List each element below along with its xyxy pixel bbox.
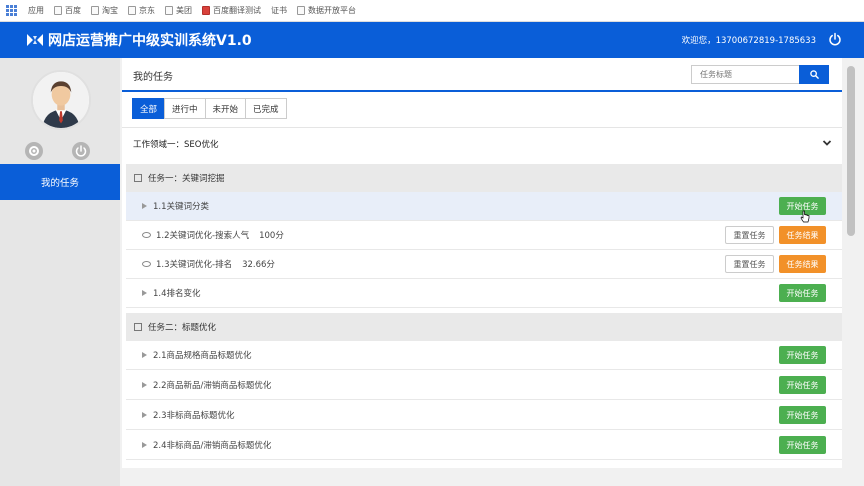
task-row: 1.4排名变化 开始任务	[126, 279, 842, 308]
tab-all[interactable]: 全部	[132, 98, 166, 119]
play-icon	[142, 352, 147, 358]
bookmark-item[interactable]: 数据开放平台	[294, 5, 359, 16]
app-logo[interactable]: 网店运营推广中级实训系统V1.0	[26, 30, 252, 50]
play-icon	[142, 290, 147, 296]
project-title: 工作领域一：SEO优化	[133, 140, 219, 150]
logout-icon[interactable]	[72, 142, 90, 160]
bookmark-label: 百度	[65, 6, 81, 15]
task-score: 100分	[259, 231, 284, 241]
bookmark-item[interactable]: 京东	[125, 5, 158, 16]
bookmark-item[interactable]: 淘宝	[88, 5, 121, 16]
task-result-button[interactable]: 任务结果	[779, 226, 826, 244]
bookmark-label: 百度翻译测试	[213, 6, 261, 15]
start-task-button[interactable]: 开始任务	[779, 406, 826, 424]
task-row: 2.4非标商品/滞销商品标题优化 开始任务	[126, 431, 842, 460]
play-icon	[142, 412, 147, 418]
task-row: 1.2关键词优化-搜索人气 100分 重置任务 任务结果	[126, 221, 842, 250]
start-task-button[interactable]: 开始任务	[779, 376, 826, 394]
task-row: 2.2商品新品/滞销商品标题优化 开始任务	[126, 371, 842, 400]
sidebar-item-my-tasks[interactable]: 我的任务	[0, 164, 120, 200]
welcome-text: 欢迎您，13700672819-1785633	[681, 36, 816, 46]
bookmark-label: 应用	[28, 6, 44, 15]
task-label: 1.3关键词优化-排名	[156, 260, 233, 270]
status-tabs: 全部 进行中 未开始 已完成	[132, 98, 287, 119]
bookmark-item[interactable]: 百度	[51, 5, 84, 16]
task-score: 32.66分	[242, 260, 275, 270]
logo-icon	[26, 33, 44, 47]
task-group-header[interactable]: 任务二：标题优化	[126, 313, 842, 341]
search-input[interactable]	[691, 65, 799, 84]
tab-not-started[interactable]: 未开始	[204, 98, 247, 119]
play-icon	[142, 203, 147, 209]
eye-icon	[142, 232, 151, 238]
page-icon	[202, 6, 210, 15]
bookmark-item[interactable]: 百度翻译测试	[199, 5, 264, 16]
chevron-down-icon[interactable]	[822, 138, 832, 148]
task-row: 2.3非标商品标题优化 开始任务	[126, 401, 842, 430]
bookmark-label: 数据开放平台	[308, 6, 356, 15]
page-icon	[165, 6, 173, 15]
task-group-title: 任务二：标题优化	[148, 323, 217, 333]
reset-task-button[interactable]: 重置任务	[725, 255, 774, 273]
play-icon	[142, 442, 147, 448]
tab-in-progress[interactable]: 进行中	[164, 98, 206, 119]
task-label: 1.2关键词优化-搜索人气	[156, 231, 250, 241]
task-label: 1.4排名变化	[153, 289, 201, 299]
task-group-title: 任务一：关键词挖掘	[148, 174, 225, 184]
start-task-button[interactable]: 开始任务	[779, 436, 826, 454]
scrollbar-thumb[interactable]	[847, 66, 855, 236]
page-icon	[54, 6, 62, 15]
eye-icon	[142, 261, 151, 267]
page-title: 我的任务	[133, 72, 173, 83]
search-icon	[809, 70, 819, 79]
checkbox-icon	[134, 323, 142, 331]
page-icon	[91, 6, 99, 15]
app-title: 网店运营推广中级实训系统V1.0	[48, 33, 252, 49]
sidebar: 我的任务	[0, 58, 120, 486]
search-button[interactable]	[799, 65, 829, 84]
main-panel: 我的任务 全部 进行中 未开始 已完成 工作领域一：SEO优化 任务一：关键词挖…	[122, 58, 842, 468]
task-label: 2.1商品规格商品标题优化	[153, 351, 252, 361]
scrollbar[interactable]	[844, 58, 858, 486]
bookmark-item[interactable]: 应用	[25, 5, 47, 16]
bookmark-label: 淘宝	[102, 6, 118, 15]
checkbox-icon	[134, 174, 142, 182]
task-label: 1.1关键词分类	[153, 202, 210, 212]
start-task-button[interactable]: 开始任务	[779, 346, 826, 364]
page-icon	[128, 6, 136, 15]
reset-task-button[interactable]: 重置任务	[725, 226, 774, 244]
task-group-header[interactable]: 任务一：关键词挖掘	[126, 164, 842, 192]
start-task-button[interactable]: 开始任务	[779, 284, 826, 302]
hand-cursor-icon	[800, 210, 810, 223]
task-row: 2.1商品规格商品标题优化 开始任务	[126, 341, 842, 370]
title-bar: 我的任务	[122, 58, 842, 92]
apps-icon[interactable]	[6, 5, 17, 16]
task-row: 1.3关键词优化-排名 32.66分 重置任务 任务结果	[126, 250, 842, 279]
task-label: 2.2商品新品/滞销商品标题优化	[153, 381, 272, 391]
page-icon	[297, 6, 305, 15]
bookmarks-bar: 应用 百度 淘宝 京东 美团 百度翻译测试 证书 数据开放平台	[0, 0, 864, 22]
app-header: 网店运营推广中级实训系统V1.0 欢迎您，13700672819-1785633	[0, 22, 864, 58]
play-icon	[142, 382, 147, 388]
tab-completed[interactable]: 已完成	[245, 98, 287, 119]
sidebar-item-label: 我的任务	[40, 178, 79, 189]
bookmark-label: 美团	[176, 6, 192, 15]
avatar[interactable]	[31, 70, 91, 130]
power-icon[interactable]	[828, 32, 842, 46]
task-label: 2.3非标商品标题优化	[153, 411, 235, 421]
bookmark-item[interactable]: 证书	[268, 5, 290, 16]
task-row: 1.1关键词分类 开始任务	[126, 192, 842, 221]
task-label: 2.4非标商品/滞销商品标题优化	[153, 441, 272, 451]
task-result-button[interactable]: 任务结果	[779, 255, 826, 273]
bookmark-label: 证书	[271, 6, 287, 15]
bookmark-label: 京东	[139, 6, 155, 15]
bookmark-item[interactable]: 美团	[162, 5, 195, 16]
settings-icon[interactable]	[25, 142, 43, 160]
